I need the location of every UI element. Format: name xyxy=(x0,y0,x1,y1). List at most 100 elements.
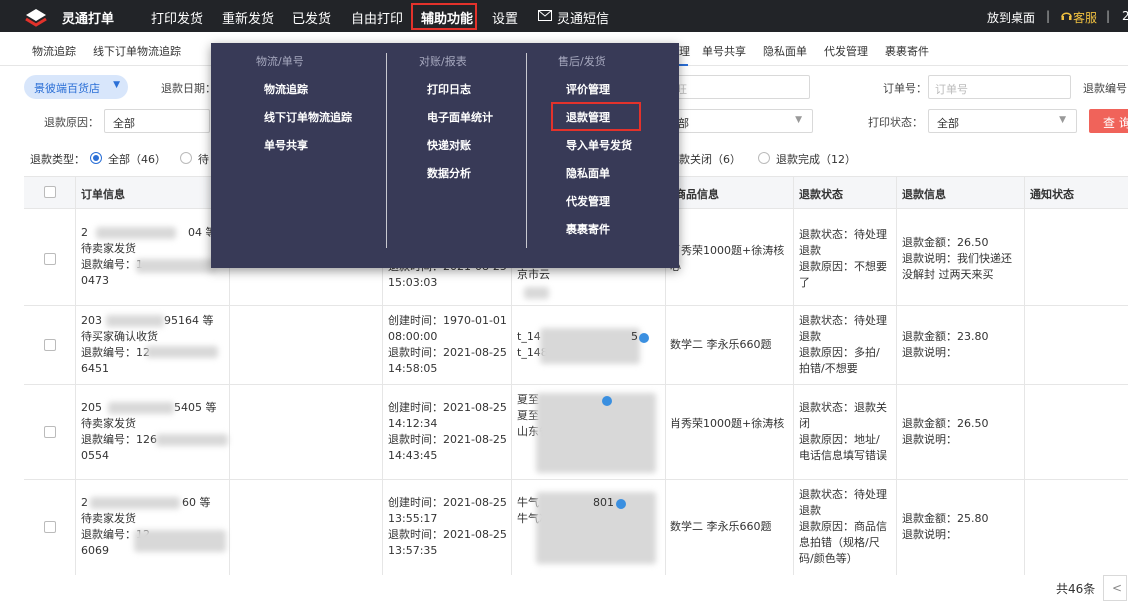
wangwang-icon[interactable] xyxy=(616,499,626,509)
nav-shipped[interactable]: 已发货 xyxy=(292,8,331,27)
print-status-value: 全部 xyxy=(937,117,959,130)
radio-closed-label[interactable]: 款关闭（6） xyxy=(679,151,741,167)
redacted-block xyxy=(106,315,164,327)
redacted-block xyxy=(146,346,218,358)
refund-time: 创建时间：2021-08-25 14:12:34 退款时间：2021-08-25… xyxy=(388,401,507,462)
refund-reason-select[interactable]: 全部 xyxy=(104,109,210,133)
table-row[interactable]: 203 待买家确认收货 退款编号：12 6451 95164 等 创建时间：19… xyxy=(24,306,1128,385)
radio-completed[interactable] xyxy=(758,152,770,164)
refund-reason-value: 全部 xyxy=(113,117,135,130)
shop-selector-label: 景彼端百货店 xyxy=(34,82,100,95)
prev-page-button[interactable]: < xyxy=(1103,575,1127,601)
col-refund-info: 退款信息 xyxy=(902,188,946,201)
refund-date-label: 退款日期： xyxy=(161,82,216,95)
divider: | xyxy=(1046,9,1051,23)
auxiliary-dropdown-menu: 物流/单号 物流追踪 线下订单物流追踪 单号共享 对账/报表 打印日志 电子面单… xyxy=(211,43,679,268)
menu-guoguo[interactable]: 裹裹寄件 xyxy=(566,221,610,237)
product-name: 肖秀荣1000题+徐涛核 xyxy=(670,417,785,430)
redacted-block xyxy=(134,530,226,552)
subnav-refund-management[interactable]: 理 xyxy=(679,43,690,59)
menu-number-share[interactable]: 单号共享 xyxy=(264,137,308,153)
nav-free-print[interactable]: 自由打印 xyxy=(351,8,403,27)
order-no-suffix: 60 等 xyxy=(182,496,211,509)
refund-no-label: 退款编号 xyxy=(1083,82,1127,95)
table-row[interactable]: 2 待卖家发货 退款编号：12 6069 60 等 创建时间：2021-08-2… xyxy=(24,480,1128,575)
menu-express-reconcile[interactable]: 快递对账 xyxy=(427,137,471,153)
refund-reason-label: 退款原因： xyxy=(44,116,99,129)
menu-waybill-stats[interactable]: 电子面单统计 xyxy=(427,109,493,125)
redacted-block xyxy=(96,227,176,239)
redacted-block xyxy=(536,393,656,473)
redacted-block xyxy=(540,328,640,364)
nav-sms[interactable]: 灵通短信 xyxy=(557,8,609,27)
query-button[interactable]: 查 询 xyxy=(1089,109,1128,133)
refund-time: 创建时间：1970-01-01 08:00:00 退款时间：2021-08-25… xyxy=(388,314,507,375)
row-checkbox[interactable] xyxy=(44,521,56,533)
menu-privacy-waybill[interactable]: 隐私面单 xyxy=(566,165,610,181)
subnav-offline-tracking[interactable]: 线下订单物流追踪 xyxy=(93,43,181,59)
app-title: 灵通打单 xyxy=(62,12,115,27)
subnav-logistics-tracking[interactable]: 物流追踪 xyxy=(32,43,76,59)
nav-settings[interactable]: 设置 xyxy=(492,8,518,27)
app-logo-icon xyxy=(25,9,47,27)
row-checkbox[interactable] xyxy=(44,426,56,438)
menu-import-ship[interactable]: 导入单号发货 xyxy=(566,137,632,153)
print-status-select[interactable]: 全部 ▼ xyxy=(928,109,1077,133)
shop-selector[interactable]: 景彼端百货店 ▼ xyxy=(24,75,128,99)
col-refund-status: 退款状态 xyxy=(799,188,843,201)
menu-heading-reports: 对账/报表 xyxy=(419,55,467,68)
menu-review-management[interactable]: 评价管理 xyxy=(566,81,610,97)
menu-divider xyxy=(526,53,527,248)
nav-auxiliary-highlight xyxy=(411,3,477,30)
table-row[interactable]: 205 待卖家发货 退款编号：126 0554 5405 等 创建时间：2021… xyxy=(24,385,1128,480)
topbar-extra[interactable]: 2 xyxy=(1122,9,1128,23)
row-checkbox[interactable] xyxy=(44,253,56,265)
menu-divider xyxy=(386,53,387,248)
wangwang-icon[interactable] xyxy=(639,333,649,343)
product-name: 数学二 李永乐660题 xyxy=(670,338,772,351)
subnav-dropship[interactable]: 代发管理 xyxy=(824,43,868,59)
menu-logistics-tracking[interactable]: 物流追踪 xyxy=(264,81,308,97)
total-count: 共46条 xyxy=(1056,582,1096,596)
radio-pending[interactable] xyxy=(180,152,192,164)
redacted-block xyxy=(524,287,549,299)
radio-completed-label[interactable]: 退款完成（12） xyxy=(776,151,856,167)
nav-reship[interactable]: 重新发货 xyxy=(222,8,274,27)
menu-dropship[interactable]: 代发管理 xyxy=(566,193,610,209)
buyer-suffix: 801 xyxy=(593,496,614,509)
chevron-down-icon: ▼ xyxy=(1059,115,1066,125)
mail-icon xyxy=(538,10,552,21)
subnav-guoguo[interactable]: 裹裹寄件 xyxy=(885,43,929,59)
redacted-block xyxy=(136,259,216,273)
refund-status: 退款状态：待处理 退款 退款原因：多拍/ 拍错/不想要 xyxy=(799,314,887,375)
top-navbar: 灵通打单 打印发货 重新发货 已发货 自由打印 辅助功能 设置 灵通短信 放到桌… xyxy=(0,0,1128,32)
headset-icon xyxy=(1061,12,1072,20)
status-select[interactable]: 部 ▼ xyxy=(670,109,813,133)
wangwang-input[interactable]: 旺 xyxy=(670,75,810,99)
refund-time: 创建时间：2021-08-25 13:55:17 退款时间：2021-08-25… xyxy=(388,496,507,557)
radio-pending-label[interactable]: 待 xyxy=(198,151,209,167)
redacted-block xyxy=(156,434,228,446)
col-notify-status: 通知状态 xyxy=(1030,188,1074,201)
subnav-number-share[interactable]: 单号共享 xyxy=(702,43,746,59)
col-order-info: 订单信息 xyxy=(81,188,125,201)
order-no-input[interactable]: 订单号 xyxy=(928,75,1071,99)
radio-all[interactable] xyxy=(90,152,102,164)
customer-service-link[interactable]: 客服 xyxy=(1073,9,1097,26)
refund-status: 退款状态：待处理 退款 退款原因：商品信 息拍错（规格/尺 码/颜色等） xyxy=(799,488,887,565)
radio-all-label[interactable]: 全部（46） xyxy=(108,151,166,167)
menu-heading-logistics: 物流/单号 xyxy=(256,55,304,68)
row-checkbox[interactable] xyxy=(44,339,56,351)
menu-data-analysis[interactable]: 数据分析 xyxy=(427,165,471,181)
order-no-suffix: 95164 等 xyxy=(164,314,214,327)
divider: | xyxy=(1106,9,1111,23)
menu-print-log[interactable]: 打印日志 xyxy=(427,81,471,97)
menu-offline-tracking[interactable]: 线下订单物流追踪 xyxy=(264,109,352,125)
menu-heading-aftersales: 售后/发货 xyxy=(558,55,606,68)
nav-print-ship[interactable]: 打印发货 xyxy=(151,8,203,27)
subnav-privacy-waybill[interactable]: 隐私面单 xyxy=(763,43,807,59)
wangwang-icon[interactable] xyxy=(602,396,612,406)
add-to-desktop-link[interactable]: 放到桌面 xyxy=(987,9,1035,26)
select-all-checkbox[interactable] xyxy=(44,186,56,198)
redacted-block xyxy=(108,402,174,414)
